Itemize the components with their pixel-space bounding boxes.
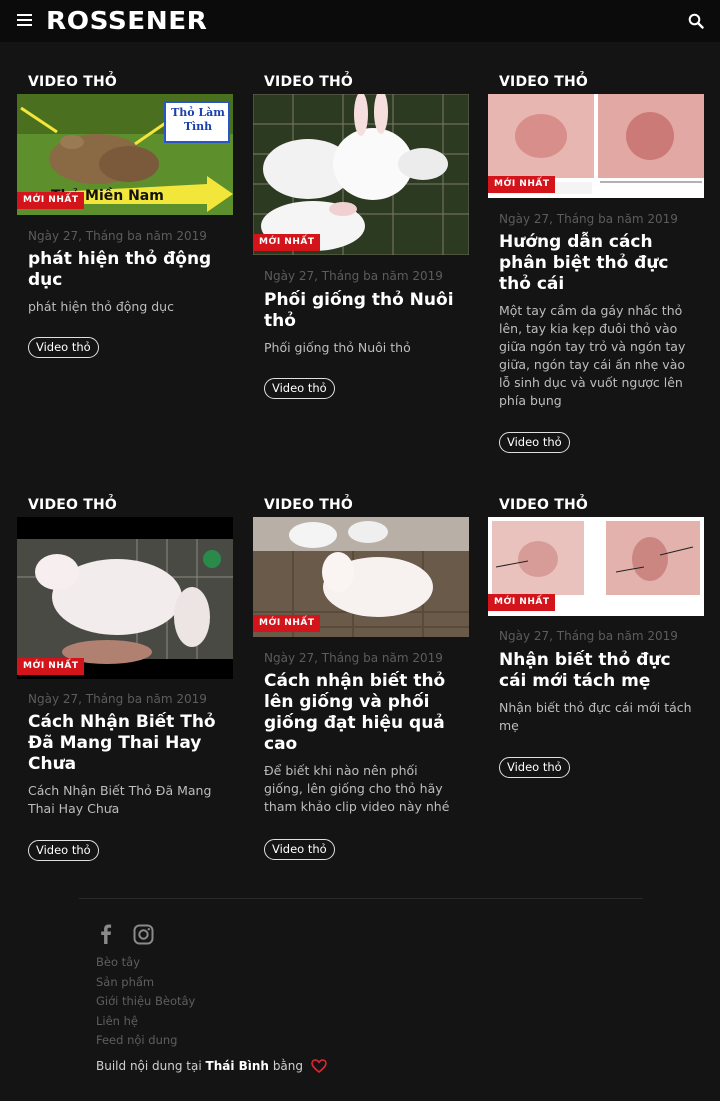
footer-link[interactable]: Feed nội dung [96, 1031, 195, 1051]
white-rabbits-image [253, 94, 469, 255]
post-date: Ngày 27, Tháng ba năm 2019 [264, 269, 443, 283]
instagram-icon[interactable] [133, 924, 154, 945]
newest-badge: MỚI NHẤT [488, 176, 556, 193]
post-thumbnail[interactable]: Thỏ Làm Tình Thỏ Miền Nam MỚI NHẤT [17, 94, 233, 215]
post-card: VIDEO THỎ MỚI NHẤT Ngày 27, Tháng ba năm… [253, 74, 469, 404]
footer-link[interactable]: Sản phẩm [96, 973, 195, 993]
post-thumbnail[interactable]: MỚI NHẤT [17, 517, 233, 679]
post-excerpt: Nhận biết thỏ đực cái mới tách mẹ [499, 700, 692, 733]
video-tag-button[interactable]: Video thỏ [499, 757, 570, 778]
newest-badge: MỚI NHẤT [488, 594, 556, 611]
post-date: Ngày 27, Tháng ba năm 2019 [499, 212, 678, 226]
search-icon[interactable] [688, 13, 704, 29]
post-category[interactable]: VIDEO THỎ [28, 497, 117, 513]
post-excerpt: Phối giống thỏ Nuôi thỏ [264, 340, 411, 355]
post-thumbnail[interactable]: MỚI NHẤT [253, 94, 469, 255]
post-card: VIDEO THỎ MỚI NHẤT Ngày 27, Tháng ba năm… [488, 497, 704, 787]
post-date: Ngày 27, Tháng ba năm 2019 [499, 629, 678, 643]
post-card: VIDEO THỎ Thỏ Làm Tình Thỏ Miền Nam MỚI … [17, 74, 233, 374]
post-title[interactable]: Nhận biết thỏ đực cái mới tách mẹ [499, 650, 697, 692]
newest-badge: MỚI NHẤT [253, 615, 321, 632]
post-card: VIDEO THỎ MỚI NHẤT Ngày 27, Tháng ba năm… [17, 497, 233, 867]
video-tag-button[interactable]: Video thỏ [264, 839, 335, 860]
post-category[interactable]: VIDEO THỎ [499, 497, 588, 513]
hamburger-menu-icon[interactable] [17, 14, 32, 27]
post-thumbnail[interactable]: MỚI NHẤT [253, 517, 469, 637]
facebook-icon[interactable] [97, 924, 115, 944]
heart-icon [311, 1059, 327, 1073]
credit-prefix: Build nội dung tại [96, 1059, 202, 1073]
rabbit-held-image [17, 517, 233, 679]
thumbnail-top-label: Thỏ Làm Tình [171, 106, 225, 133]
post-category[interactable]: VIDEO THỎ [28, 74, 117, 90]
footer-link[interactable]: Liên hệ [96, 1012, 195, 1032]
post-title[interactable]: Cách nhận biết thỏ lên giống và phối giố… [264, 671, 462, 755]
post-title[interactable]: phát hiện thỏ động dục [28, 249, 226, 291]
post-date: Ngày 27, Tháng ba năm 2019 [28, 229, 207, 243]
top-bar: ROSSENER [0, 0, 720, 42]
video-tag-button[interactable]: Video thỏ [264, 378, 335, 399]
footer-link[interactable]: Giới thiệu Bèotây [96, 992, 195, 1012]
post-excerpt: Một tay cầm da gáy nhấc thỏ lên, tay kia… [499, 303, 686, 408]
post-card: VIDEO THỎ MỚI NHẤT Ngày 27, Tháng ba năm… [488, 74, 704, 464]
footer-link[interactable]: Bèo tây [96, 953, 195, 973]
video-tag-button[interactable]: Video thỏ [28, 337, 99, 358]
post-date: Ngày 27, Tháng ba năm 2019 [28, 692, 207, 706]
video-tag-button[interactable]: Video thỏ [499, 432, 570, 453]
post-date: Ngày 27, Tháng ba năm 2019 [264, 651, 443, 665]
post-category[interactable]: VIDEO THỎ [264, 74, 353, 90]
credit-place: Thái Bình [205, 1059, 269, 1073]
newest-badge: MỚI NHẤT [17, 192, 85, 209]
newest-badge: MỚI NHẤT [17, 658, 85, 675]
post-title[interactable]: Phối giống thỏ Nuôi thỏ [264, 290, 462, 332]
post-title[interactable]: Cách Nhận Biết Thỏ Đã Mang Thai Hay Chưa [28, 712, 226, 775]
post-category[interactable]: VIDEO THỎ [264, 497, 353, 513]
site-logo[interactable]: ROSSENER [46, 6, 207, 35]
post-title[interactable]: Hướng dẫn cách phân biệt thỏ đực thỏ cái [499, 232, 697, 295]
footer-credit: Build nội dung tại Thái Bình bằng [96, 1059, 327, 1073]
post-card: VIDEO THỎ MỚI NHẤT Ngày 27, Tháng ba năm… [253, 497, 469, 867]
video-tag-button[interactable]: Video thỏ [28, 840, 99, 861]
post-excerpt: Để biết khi nào nên phối giống, lên giốn… [264, 763, 450, 814]
post-thumbnail[interactable]: MỚI NHẤT [488, 517, 704, 616]
credit-suffix: bằng [272, 1059, 304, 1073]
post-thumbnail[interactable]: MỚI NHẤT [488, 94, 704, 198]
newest-badge: MỚI NHẤT [253, 234, 321, 251]
post-category[interactable]: VIDEO THỎ [499, 74, 588, 90]
footer-links: Bèo tây Sản phẩm Giới thiệu Bèotây Liên … [96, 953, 195, 1051]
post-excerpt: phát hiện thỏ động dục [28, 299, 174, 314]
post-excerpt: Cách Nhận Biết Thỏ Đã Mang Thai Hay Chưa [28, 783, 212, 816]
footer-divider [79, 898, 643, 899]
